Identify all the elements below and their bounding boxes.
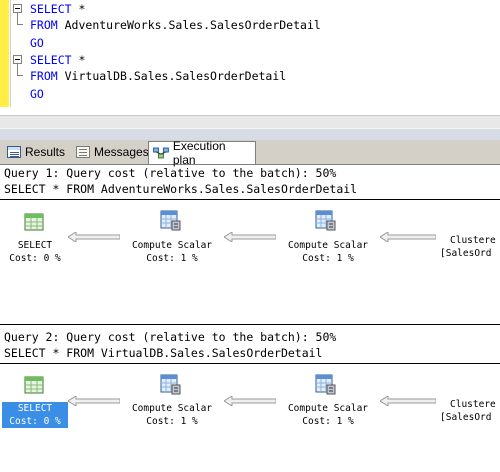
data-flow-arrow[interactable] [224,396,276,406]
compute-scalar-node-label[interactable]: Compute Scalar Cost: 1 % [124,239,220,265]
node-object: [SalesOrd [440,248,492,259]
node-name: SELECT [17,240,53,251]
results-tab-bar: Results Messages Execution plan [0,139,500,167]
clustered-index-scan-node-label[interactable]: Clustere [SalesOrd [440,398,500,424]
compute-scalar-node-label[interactable]: Compute Scalar Cost: 1 % [280,402,376,428]
results-grid-icon [7,146,21,158]
keyword: GO [30,36,44,50]
keyword: SELECT [30,2,72,16]
code-text: * [71,2,86,16]
select-node-label[interactable]: SELECT Cost: 0 % [2,239,68,265]
node-cost: Cost: 0 % [9,416,61,427]
execution-plan-icon [153,147,169,159]
compute-scalar-node-label[interactable]: Compute Scalar Cost: 1 % [280,239,376,265]
code-text: AdventureWorks.Sales.SalesOrderDetail [57,18,321,32]
node-name: Clustere [450,399,496,410]
query-1-header: Query 1: Query cost (relative to the bat… [4,166,337,180]
divider [0,324,500,325]
node-object: [SalesOrd [440,412,492,423]
node-cost: Cost: 1 % [302,416,354,427]
divider [0,363,500,364]
node-name: Compute Scalar [131,240,213,251]
collapse-icon[interactable] [13,4,22,13]
node-cost: Cost: 1 % [302,253,354,264]
horizontal-scrollbar[interactable] [0,115,500,128]
keyword: FROM [30,18,58,32]
tab-label: Results [25,145,66,159]
node-name: Compute Scalar [287,240,369,251]
divider [0,199,500,200]
node-cost: Cost: 1 % [146,253,198,264]
data-flow-arrow[interactable] [68,232,120,242]
code-text: VirtualDB.Sales.SalesOrderDetail [57,69,287,83]
node-name: SELECT [17,403,53,414]
compute-scalar-icon[interactable] [314,209,336,231]
collapse-icon[interactable] [13,55,22,64]
code-line[interactable]: GO [30,86,44,102]
select-node-label-selected[interactable]: SELECT Cost: 0 % [2,402,68,428]
compute-scalar-node-label[interactable]: Compute Scalar Cost: 1 % [124,402,220,428]
data-flow-arrow[interactable] [380,396,436,406]
compute-scalar-icon[interactable] [159,373,181,395]
data-flow-arrow[interactable] [224,232,276,242]
compute-scalar-icon[interactable] [314,373,336,395]
gutter-divider [10,0,11,107]
keyword: GO [30,87,44,101]
node-name: Clustere [450,235,496,246]
query-1-sql: SELECT * FROM AdventureWorks.Sales.Sales… [4,182,358,196]
clustered-index-scan-node-label[interactable]: Clustere [SalesOrd [440,234,500,260]
code-line[interactable]: FROM VirtualDB.Sales.SalesOrderDetail [30,68,286,84]
fold-line [17,75,23,76]
code-text: * [71,53,86,67]
node-cost: Cost: 1 % [146,416,198,427]
code-line[interactable]: GO [30,35,44,51]
code-line[interactable]: FROM AdventureWorks.Sales.SalesOrderDeta… [30,17,321,33]
fold-line [17,64,18,75]
select-icon[interactable] [23,374,45,396]
fold-line [17,13,18,24]
query-2-sql: SELECT * FROM VirtualDB.Sales.SalesOrder… [4,346,323,360]
changed-lines-margin [0,0,9,107]
tab-messages[interactable]: Messages [72,142,153,162]
select-icon[interactable] [23,211,45,233]
tab-results[interactable]: Results [3,142,69,162]
node-name: Compute Scalar [131,403,213,414]
tab-execution-plan[interactable]: Execution plan [148,139,256,167]
fold-line [17,24,23,25]
keyword: SELECT [30,53,72,67]
code-line[interactable]: SELECT * [30,1,85,17]
messages-icon [76,146,90,158]
data-flow-arrow[interactable] [380,232,436,242]
data-flow-arrow[interactable] [68,396,120,406]
query-2-header: Query 2: Query cost (relative to the bat… [4,330,337,344]
compute-scalar-icon[interactable] [159,209,181,231]
node-cost: Cost: 0 % [9,253,61,264]
tab-label: Execution plan [172,139,226,167]
node-name: Compute Scalar [287,403,369,414]
tab-label: Messages [94,145,149,159]
sql-editor[interactable]: SELECT * FROM AdventureWorks.Sales.Sales… [0,0,500,115]
keyword: FROM [30,69,58,83]
code-line[interactable]: SELECT * [30,52,85,68]
